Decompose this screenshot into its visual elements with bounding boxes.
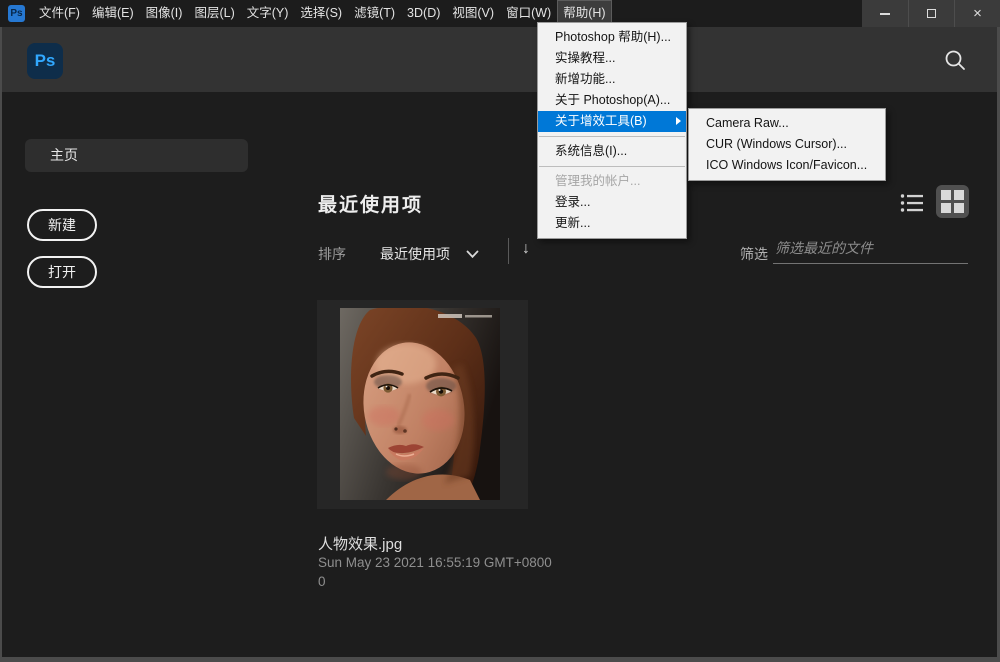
help-menu: Photoshop 帮助(H)... 实操教程... 新增功能... 关于 Ph…: [537, 22, 687, 239]
help-menu-item-updates[interactable]: 更新...: [538, 213, 686, 234]
maximize-icon: [927, 9, 936, 18]
menubar-item-file[interactable]: 文件(F): [33, 0, 86, 27]
submenu-item-cur[interactable]: CUR (Windows Cursor)...: [689, 134, 885, 155]
toolbar-divider: [508, 238, 509, 264]
menubar-item-image[interactable]: 图像(I): [140, 0, 189, 27]
list-view-icon: [900, 193, 924, 213]
help-menu-item-about-photoshop[interactable]: 关于 Photoshop(A)...: [538, 90, 686, 111]
sort-dropdown[interactable]: 最近使用项: [380, 244, 479, 264]
help-menu-item-sign-in[interactable]: 登录...: [538, 192, 686, 213]
menubar-item-view[interactable]: 视图(V): [446, 0, 500, 27]
menu-separator: [539, 136, 685, 137]
file-date-line1: Sun May 23 2021 16:55:19 GMT+0800: [318, 555, 552, 570]
close-icon: ×: [973, 6, 982, 21]
file-name: 人物效果.jpg: [318, 533, 402, 554]
menubar-item-select[interactable]: 选择(S): [294, 0, 348, 27]
filter-input[interactable]: [773, 236, 968, 264]
close-button[interactable]: ×: [954, 0, 1000, 27]
minimize-button[interactable]: [862, 0, 908, 27]
page-title: 最近使用项: [318, 190, 423, 217]
new-button[interactable]: 新建: [27, 209, 97, 241]
menu-separator: [539, 166, 685, 167]
file-date-line2: 0: [318, 574, 326, 589]
app-header: Ps: [0, 27, 1000, 92]
portrait-thumbnail: [340, 308, 500, 500]
sort-direction-button[interactable]: ↓: [522, 240, 530, 258]
help-menu-item-whats-new[interactable]: 新增功能...: [538, 69, 686, 90]
app-icon: Ps: [8, 5, 25, 22]
window-controls: ×: [862, 0, 1000, 27]
grid-view-icon: [940, 189, 965, 214]
menubar-item-3d[interactable]: 3D(D): [401, 0, 446, 27]
about-plugins-label: 关于增效工具(B): [555, 114, 647, 128]
menubar-item-type[interactable]: 文字(Y): [241, 0, 295, 27]
submenu-item-camera-raw[interactable]: Camera Raw...: [689, 113, 885, 134]
photoshop-logo: Ps: [27, 43, 63, 79]
maximize-button[interactable]: [908, 0, 954, 27]
chevron-down-icon: [466, 250, 479, 259]
grid-view-button[interactable]: [936, 185, 969, 218]
titlebar: Ps 文件(F) 编辑(E) 图像(I) 图层(L) 文字(Y) 选择(S) 滤…: [0, 0, 1000, 27]
minimize-icon: [880, 13, 890, 15]
search-button[interactable]: [942, 47, 968, 73]
submenu-item-ico[interactable]: ICO Windows Icon/Favicon...: [689, 155, 885, 176]
sidebar-item-home[interactable]: 主页: [25, 139, 248, 172]
help-menu-item-about-plugins[interactable]: 关于增效工具(B): [538, 111, 686, 132]
plugins-submenu: Camera Raw... CUR (Windows Cursor)... IC…: [688, 108, 886, 181]
submenu-arrow-icon: [676, 117, 681, 125]
list-view-button[interactable]: [898, 191, 926, 214]
menubar: 文件(F) 编辑(E) 图像(I) 图层(L) 文字(Y) 选择(S) 滤镜(T…: [33, 0, 612, 27]
menubar-item-edit[interactable]: 编辑(E): [86, 0, 140, 27]
open-button[interactable]: 打开: [27, 256, 97, 288]
menubar-item-filter[interactable]: 滤镜(T): [348, 0, 401, 27]
help-menu-item-tutorials[interactable]: 实操教程...: [538, 48, 686, 69]
sort-value: 最近使用项: [380, 244, 450, 264]
search-icon: [943, 48, 967, 72]
help-menu-item-system-info[interactable]: 系统信息(I)...: [538, 141, 686, 162]
recent-file-card[interactable]: [317, 300, 528, 509]
menubar-item-layer[interactable]: 图层(L): [188, 0, 240, 27]
filter-label: 筛选: [740, 244, 768, 264]
help-menu-item-photoshop-help[interactable]: Photoshop 帮助(H)...: [538, 27, 686, 48]
help-menu-item-manage-account: 管理我的帐户...: [538, 171, 686, 192]
sort-label: 排序: [318, 244, 346, 264]
